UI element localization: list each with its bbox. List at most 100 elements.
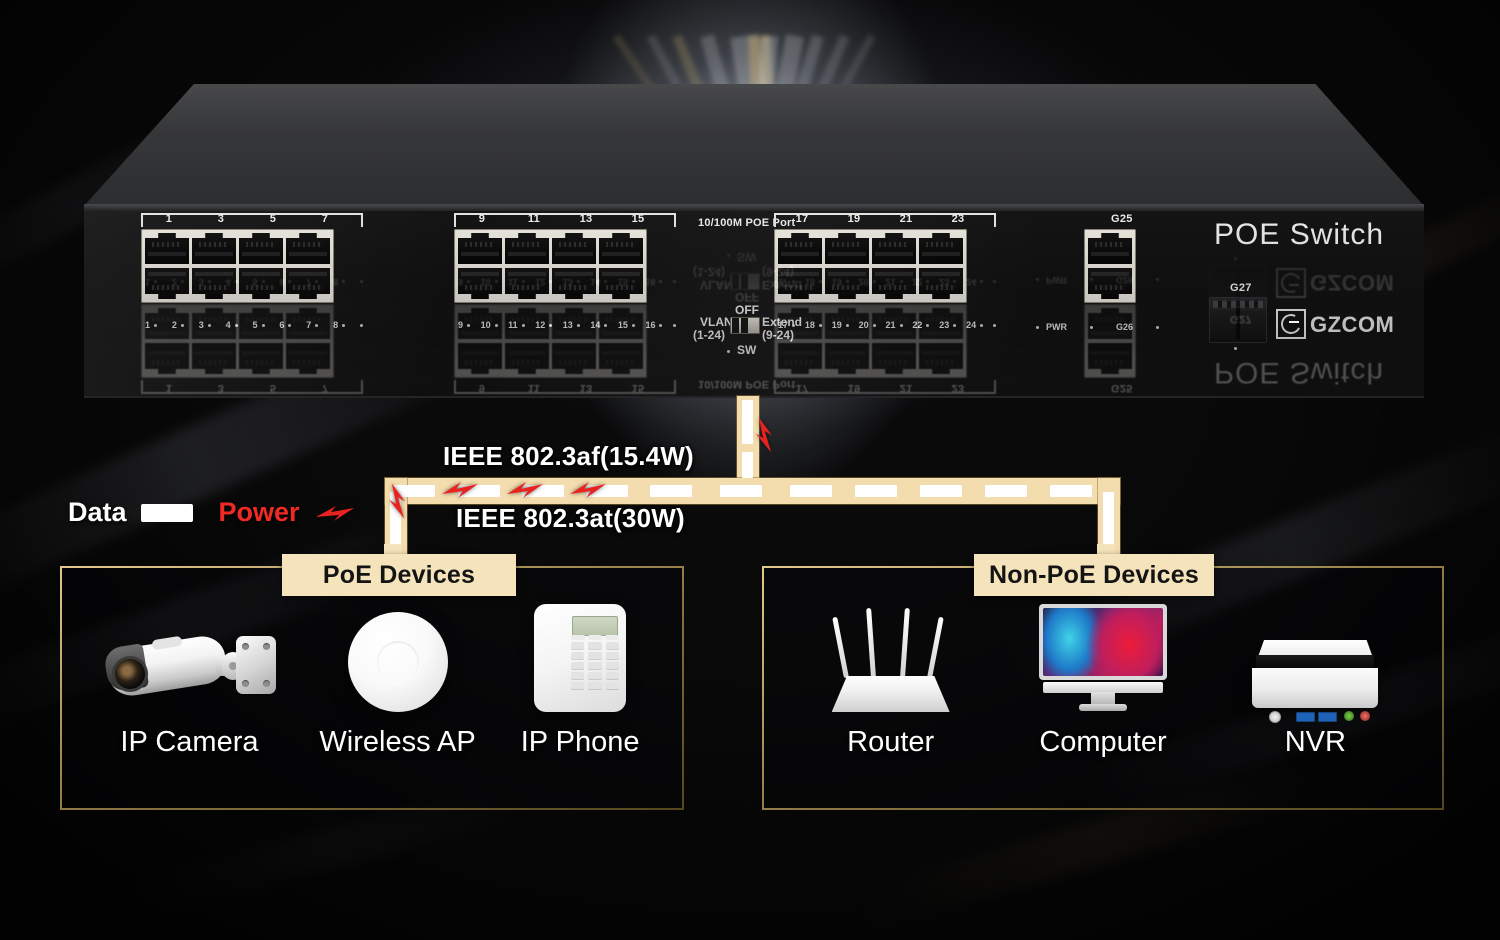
rj45-port-11[interactable]	[505, 233, 549, 264]
device-item-ip-phone[interactable]: IP Phone	[521, 594, 640, 759]
port-column	[778, 233, 822, 299]
device-art	[1250, 594, 1380, 723]
computer-icon	[1038, 604, 1167, 712]
port-led-label: 18	[804, 320, 815, 330]
rj45-port-12[interactable]	[505, 268, 549, 299]
port-led-dot	[980, 323, 984, 327]
port-led-dot	[659, 323, 663, 327]
port-led-dot	[604, 323, 608, 327]
rj45-port-g26[interactable]	[1088, 268, 1132, 299]
port-led-dot	[521, 323, 525, 327]
port-led-dot	[467, 323, 471, 327]
rj45-port-24[interactable]	[919, 268, 963, 299]
port-number-label: 7	[321, 213, 329, 225]
port-led-dot	[631, 323, 635, 327]
port-led-label: 11	[508, 320, 518, 330]
port-number-label: 11	[527, 213, 541, 225]
rj45-port-21[interactable]	[872, 233, 916, 264]
port-led-dot	[953, 323, 957, 327]
sfp-g27-label: G27	[1230, 282, 1252, 294]
uplink-led-row: PWR G26	[1036, 321, 1160, 333]
port-led-label: 14	[590, 320, 601, 330]
port-block-3[interactable]	[774, 229, 967, 303]
port-led-dot	[576, 323, 580, 327]
device-art	[826, 594, 956, 712]
port-led-label: 21	[885, 320, 896, 330]
device-caption: Wireless AP	[319, 726, 476, 758]
rj45-port-g25[interactable]	[1088, 233, 1132, 264]
rj45-port-5[interactable]	[239, 233, 283, 264]
rj45-port-3[interactable]	[192, 233, 236, 264]
rj45-port-15[interactable]	[599, 233, 643, 264]
rj45-port-18[interactable]	[778, 268, 822, 299]
port-led-dot	[673, 323, 676, 327]
port-led-label: 19	[831, 320, 842, 330]
device-row: Router Computer NVR	[784, 594, 1422, 759]
port-number-label: 19	[847, 213, 861, 225]
sw-led-dot	[727, 350, 730, 353]
switch-front-panel: 10/100M POE Port 1 3 5 7 1 2 3 4 5 6 7 8 9 11 13 15 9 10 1…	[84, 211, 1424, 398]
rj45-port-23[interactable]	[919, 233, 963, 264]
pwr-led-label: PWR	[1046, 322, 1067, 332]
port-block-2[interactable]	[454, 229, 647, 303]
port-led-label: 20	[858, 320, 869, 330]
wireless-ap-icon	[347, 612, 448, 712]
device-item-router[interactable]: Router	[826, 594, 956, 759]
rj45-port-16[interactable]	[599, 268, 643, 299]
port-led-pair: 5	[253, 320, 265, 330]
rj45-port-8[interactable]	[286, 268, 330, 299]
port-column	[919, 233, 963, 299]
sfp-port-g27[interactable]	[1209, 297, 1267, 343]
port-led-label: 7	[306, 320, 312, 330]
rj45-port-20[interactable]	[825, 268, 869, 299]
rj45-port-4[interactable]	[192, 268, 236, 299]
port-led-pair: 18	[805, 320, 822, 330]
port-led-label: 1	[145, 320, 151, 330]
rj45-port-22[interactable]	[872, 268, 916, 299]
rj45-port-1[interactable]	[145, 233, 189, 264]
dip-switch-sw-label: SW	[737, 343, 757, 357]
panel-tab-poe-devices: PoE Devices	[282, 554, 516, 596]
rj45-port-2[interactable]	[145, 268, 189, 299]
uplink-port-block-g25-g26[interactable]	[1084, 229, 1136, 303]
port-led-pair: 16	[645, 320, 663, 330]
port-block-1[interactable]	[141, 229, 334, 303]
port-led-pair: 22	[912, 320, 930, 330]
port-column	[505, 233, 549, 299]
phone-keypad	[571, 642, 620, 689]
uplink-g25-label: G25	[1111, 213, 1133, 225]
device-item-nvr[interactable]: NVR	[1250, 594, 1380, 759]
rj45-port-10[interactable]	[458, 268, 502, 299]
port-led-label: 10	[480, 320, 491, 330]
dip-switch-vlan-label-line2: (1-24)	[693, 328, 726, 342]
port-column	[239, 233, 283, 299]
router-icon	[826, 602, 956, 712]
port-led-dot	[549, 323, 553, 327]
device-art	[534, 594, 627, 712]
device-row: IP Camera Wireless AP IP Phone	[82, 594, 662, 759]
port-column	[872, 233, 916, 299]
panel-tab-non-poe-devices: Non-PoE Devices	[974, 554, 1214, 596]
nvr-usb-port	[1318, 712, 1338, 722]
port-column	[458, 233, 502, 299]
rj45-port-17[interactable]	[778, 233, 822, 264]
rj45-port-13[interactable]	[552, 233, 596, 264]
port-led-dot	[899, 323, 903, 327]
rj45-port-19[interactable]	[825, 233, 869, 264]
rj45-port-9[interactable]	[458, 233, 502, 264]
rj45-port-7[interactable]	[286, 233, 330, 264]
nvr-power-button[interactable]	[1269, 711, 1282, 723]
device-item-computer[interactable]: Computer	[1038, 594, 1167, 759]
rj45-port-6[interactable]	[239, 268, 283, 299]
phone-soft-keys	[571, 635, 620, 640]
port-led-dot	[360, 323, 363, 327]
port-number-label: 23	[951, 213, 965, 225]
vlan-extend-dip-switch[interactable]	[730, 317, 760, 334]
device-item-wireless-ap[interactable]: Wireless AP	[319, 594, 476, 759]
port-led-pair: 14	[590, 320, 608, 330]
port-column	[825, 233, 869, 299]
device-art	[1038, 594, 1167, 712]
port-led-label: 2	[171, 320, 177, 330]
rj45-port-14[interactable]	[552, 268, 596, 299]
device-item-ip-camera[interactable]: IP Camera	[103, 594, 277, 759]
